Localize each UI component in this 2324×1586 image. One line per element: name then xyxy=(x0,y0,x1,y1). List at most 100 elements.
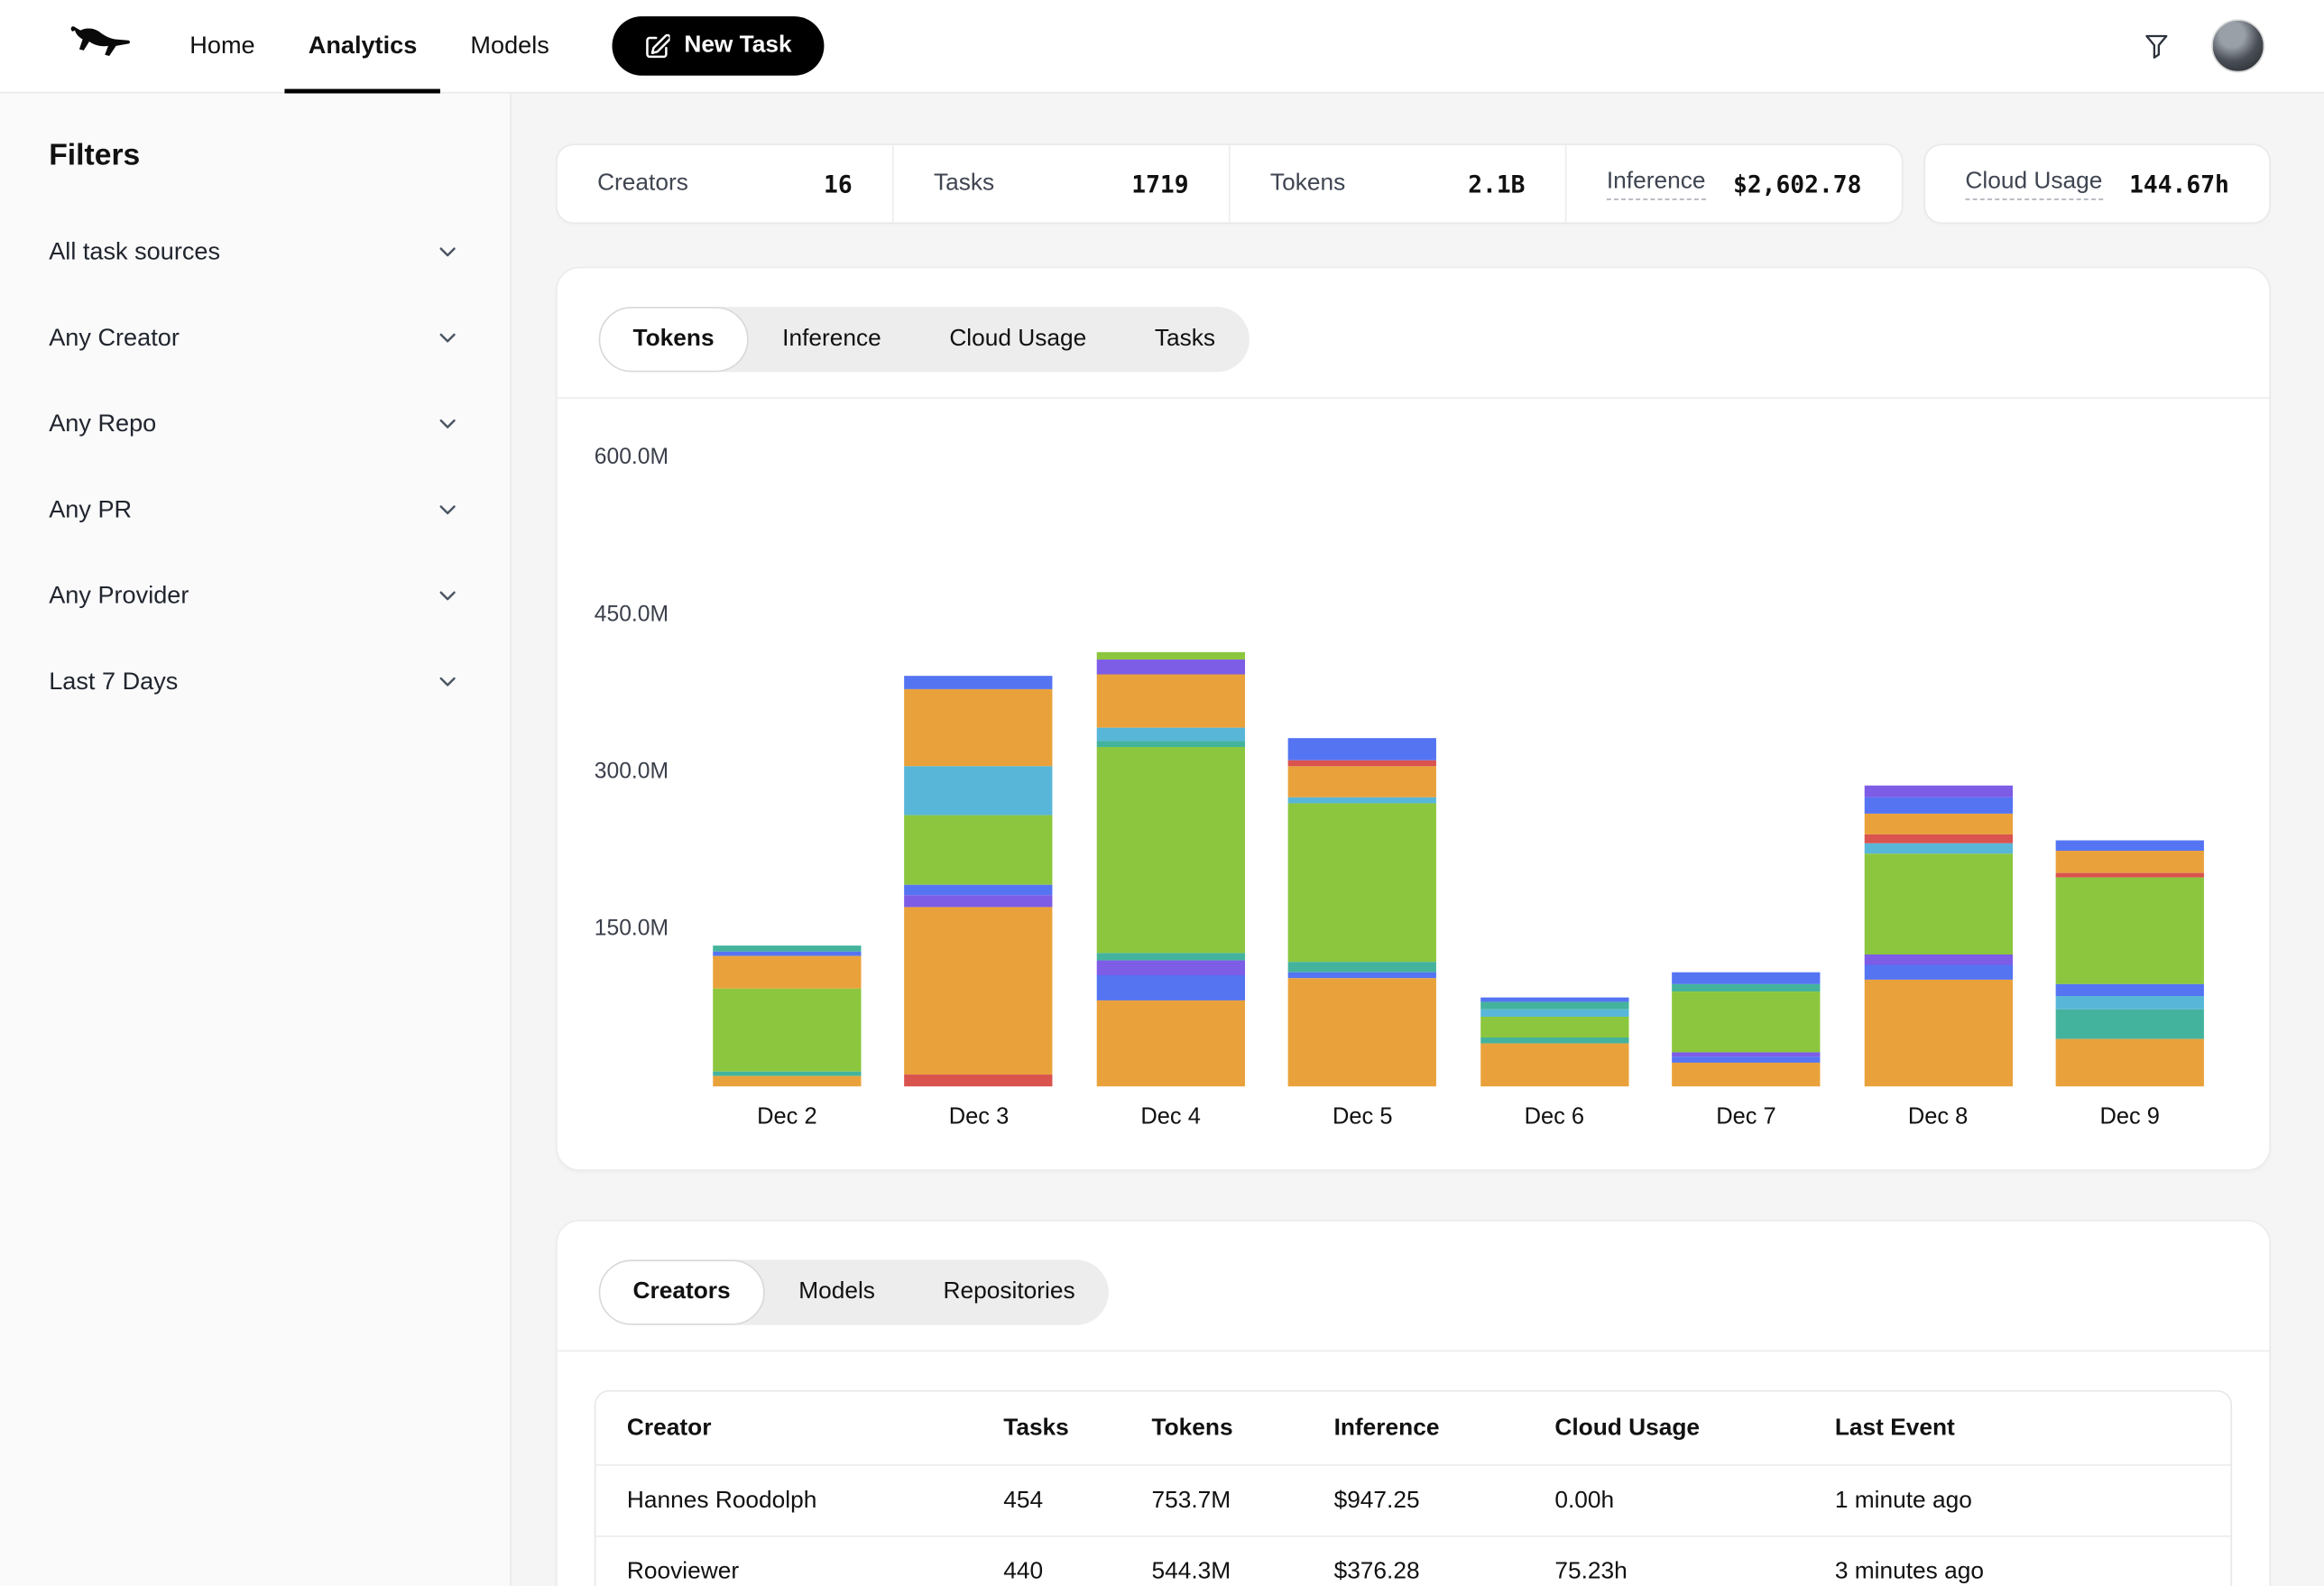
bar-segment-sky xyxy=(1096,727,1244,741)
bar-segment-orange xyxy=(1480,1044,1628,1087)
stat-value: 16 xyxy=(824,170,853,198)
stat-creators: Creators16 xyxy=(558,145,892,222)
filters-title: Filters xyxy=(49,138,461,173)
chevron-down-icon xyxy=(434,669,461,696)
filter-any-creator[interactable]: Any Creator xyxy=(49,295,461,381)
bar-segment-green xyxy=(1096,747,1244,954)
chart-tab-tasks[interactable]: Tasks xyxy=(1120,307,1250,372)
chevron-down-icon xyxy=(434,583,461,610)
bar-segment-green xyxy=(1864,854,2012,954)
bar-segment-blue xyxy=(1288,973,1436,979)
chart-tab-tokens[interactable]: Tokens xyxy=(599,307,749,372)
main-content: Creators16Tasks1719Tokens2.1BInference$2… xyxy=(512,94,2324,1586)
app: HomeAnalyticsModels New Task Filters All… xyxy=(0,0,2324,1586)
table-wrap: CreatorTasksTokensInferenceCloud UsageLa… xyxy=(595,1390,2232,1586)
table-card: CreatorsModelsRepositories CreatorTasksT… xyxy=(556,1220,2271,1586)
bar-segment-orange xyxy=(2056,851,2204,872)
filter-any-repo[interactable]: Any Repo xyxy=(49,381,461,466)
top-nav: HomeAnalyticsModels New Task xyxy=(0,0,2324,94)
bar-segment-blue xyxy=(1672,973,1820,984)
filter-last-7-days[interactable]: Last 7 Days xyxy=(49,639,461,724)
x-axis-label: Dec 7 xyxy=(1672,1104,1820,1131)
bar-segment-blue xyxy=(1288,739,1436,760)
bar-dec-6[interactable] xyxy=(1480,998,1628,1087)
filter-label: Any PR xyxy=(49,496,132,524)
chart-tab-cloud-usage[interactable]: Cloud Usage xyxy=(916,307,1121,372)
bar-segment-orange xyxy=(1672,1063,1820,1087)
nav-item-analytics[interactable]: Analytics xyxy=(281,0,444,92)
x-axis-label: Dec 2 xyxy=(713,1104,861,1131)
filter-label: Last 7 Days xyxy=(49,668,178,696)
user-avatar[interactable] xyxy=(2211,19,2264,72)
page-body: Filters All task sourcesAny CreatorAny R… xyxy=(0,94,2324,1586)
bar-segment-orange xyxy=(713,955,861,988)
funnel-filter-icon[interactable] xyxy=(2142,30,2172,62)
nav-menu: HomeAnalyticsModels xyxy=(163,0,576,92)
bars xyxy=(713,652,2204,1087)
bar-dec-8[interactable] xyxy=(1864,785,2012,1086)
bar-segment-blue xyxy=(905,884,1053,896)
bar-segment-sky xyxy=(2056,995,2204,1010)
x-axis-label: Dec 5 xyxy=(1288,1104,1436,1131)
nav-right xyxy=(2142,19,2324,72)
bar-segment-sky xyxy=(905,766,1053,816)
bar-segment-teal xyxy=(713,945,861,952)
list-tab-repositories[interactable]: Repositories xyxy=(909,1259,1110,1324)
stat-label: Tokens xyxy=(1270,171,1345,198)
nav-item-models[interactable]: Models xyxy=(444,0,576,92)
filter-list: All task sourcesAny CreatorAny Repo Any P… xyxy=(49,209,461,725)
table-row-hannes-roodolph[interactable]: Hannes Roodolph454753.7M$947.250.00h1 mi… xyxy=(595,1464,2230,1535)
filters-sidebar: Filters All task sourcesAny CreatorAny R… xyxy=(0,94,512,1586)
cell-tasks: 440 xyxy=(1003,1558,1151,1585)
column-header-last-event: Last Event xyxy=(1835,1415,2231,1442)
cell-tasks: 454 xyxy=(1003,1488,1151,1515)
chart-tabs: TokensInferenceCloud UsageTasks xyxy=(599,307,1250,372)
cell-tokens: 544.3M xyxy=(1152,1558,1334,1585)
list-tab-creators[interactable]: Creators xyxy=(599,1259,765,1324)
bar-dec-5[interactable] xyxy=(1288,739,1436,1086)
cell-creator: Rooviewer xyxy=(595,1558,1003,1585)
y-axis-label: 150.0M xyxy=(595,916,707,943)
bar-segment-teal xyxy=(1288,962,1436,973)
bar-segment-blue xyxy=(905,676,1053,688)
bar-dec-2[interactable] xyxy=(713,945,861,1087)
bar-segment-orange xyxy=(1288,979,1436,1087)
stat-cloud-usage: Cloud Usage144.67h xyxy=(1925,145,2269,222)
bar-dec-9[interactable] xyxy=(2056,840,2204,1086)
y-axis-label: 600.0M xyxy=(595,445,707,472)
filter-any-pr[interactable]: Any PR xyxy=(49,467,461,553)
stat-value: 2.1B xyxy=(1468,170,1525,198)
filter-all-task-sources[interactable]: All task sources xyxy=(49,209,461,295)
table-row-rooviewer[interactable]: Rooviewer440544.3M$376.2875.23h3 minutes… xyxy=(595,1535,2230,1586)
creators-table: CreatorTasksTokensInferenceCloud UsageLa… xyxy=(595,1390,2232,1586)
bar-segment-teal xyxy=(1480,1001,1628,1009)
chart-tab-inference[interactable]: Inference xyxy=(748,307,915,372)
list-tab-models[interactable]: Models xyxy=(764,1259,908,1324)
bar-segment-purple xyxy=(1096,961,1244,975)
bar-dec-4[interactable] xyxy=(1096,652,1244,1087)
bar-dec-3[interactable] xyxy=(905,676,1053,1086)
new-task-button[interactable]: New Task xyxy=(612,16,825,76)
bar-segment-orange xyxy=(905,688,1053,766)
x-axis-label: Dec 6 xyxy=(1480,1104,1628,1131)
filter-any-provider[interactable]: Any Provider xyxy=(49,553,461,639)
column-header-tasks: Tasks xyxy=(1003,1415,1151,1442)
bar-segment-teal xyxy=(1096,741,1244,747)
nav-item-home[interactable]: Home xyxy=(163,0,281,92)
kangaroo-logo[interactable] xyxy=(60,23,131,70)
bar-segment-orange xyxy=(1864,814,2012,834)
cell-cloud-usage: 0.00h xyxy=(1554,1488,1835,1515)
bar-segment-green xyxy=(905,816,1053,885)
bar-segment-red xyxy=(905,1074,1053,1086)
stats-row: Creators16Tasks1719Tokens2.1BInference$2… xyxy=(556,143,2271,224)
bar-segment-orange xyxy=(1288,766,1436,798)
bar-segment-blue xyxy=(1864,965,2012,980)
cell-tokens: 753.7M xyxy=(1152,1488,1334,1515)
bar-segment-orange xyxy=(1864,980,2012,1086)
stat-value: 1719 xyxy=(1131,170,1188,198)
bar-segment-orange xyxy=(713,1076,861,1087)
bar-dec-7[interactable] xyxy=(1672,973,1820,1086)
bar-segment-green xyxy=(1480,1016,1628,1037)
stat-value: 144.67h xyxy=(2129,170,2229,198)
cell-inference: $947.25 xyxy=(1334,1488,1555,1515)
